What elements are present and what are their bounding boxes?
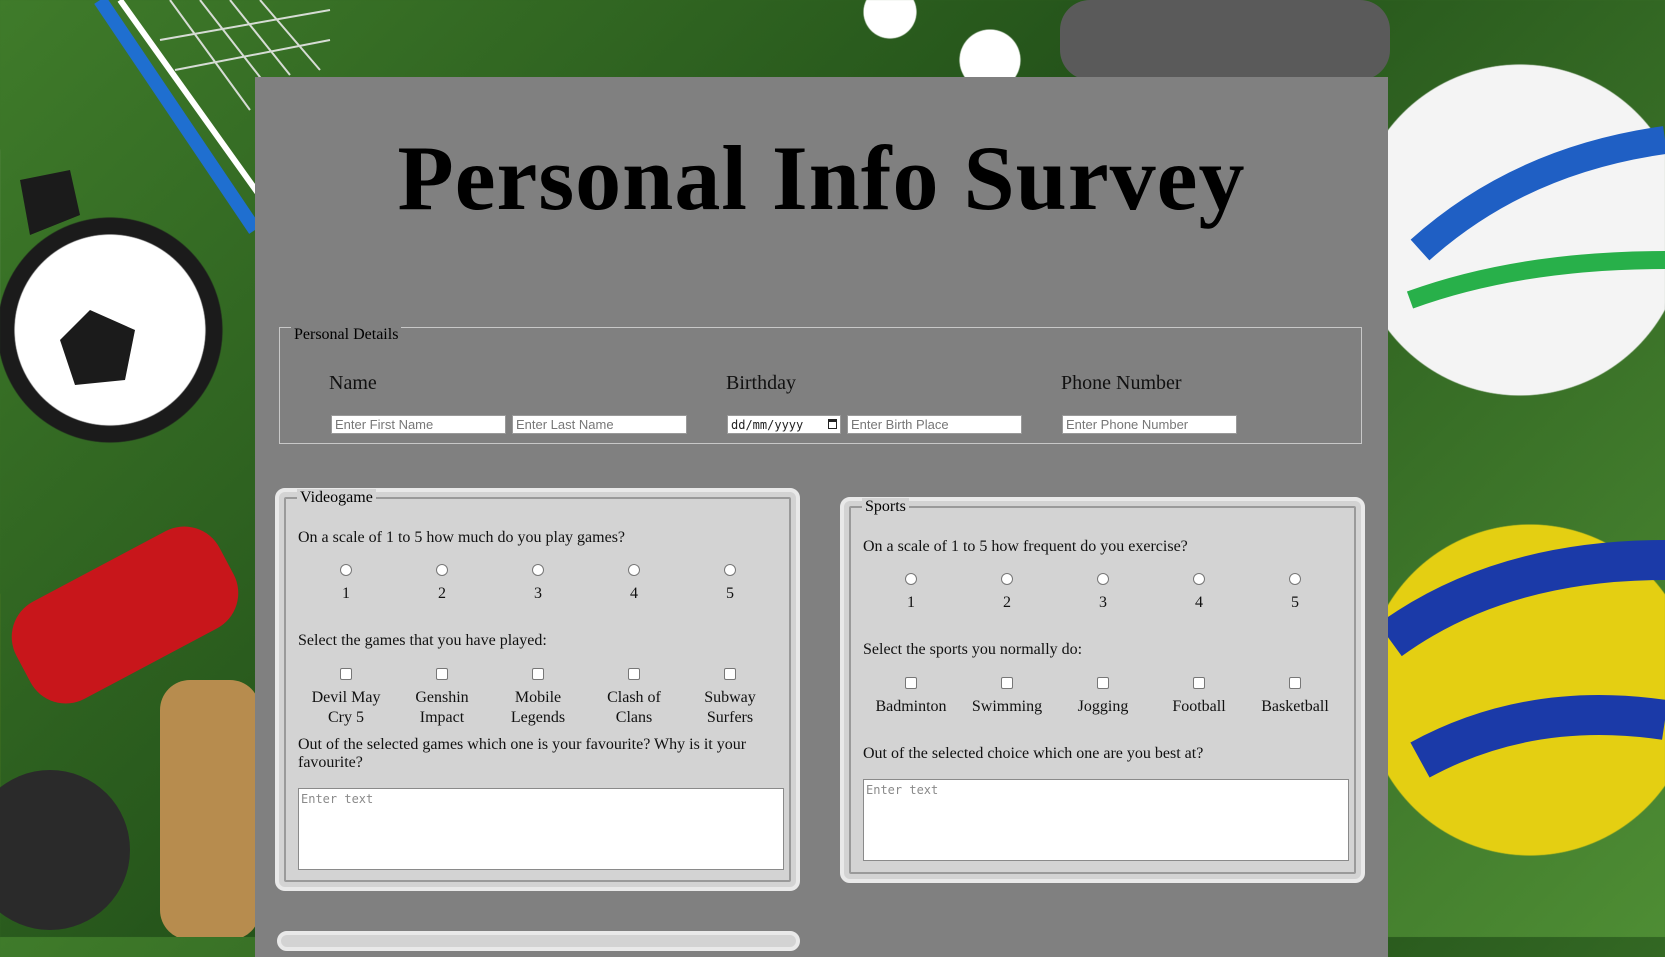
exercise-scale-option[interactable]: 3 (1063, 573, 1143, 613)
checkbox[interactable] (1289, 677, 1301, 689)
sport-option[interactable]: Football (1159, 677, 1239, 717)
exercise-frequency-question: On a scale of 1 to 5 how frequent do you… (863, 538, 1188, 555)
game-option[interactable]: Clash of Clans (594, 668, 674, 728)
checkbox[interactable] (532, 668, 544, 680)
sport-option[interactable]: Badminton (871, 677, 951, 717)
radio-button[interactable] (1001, 573, 1013, 585)
radio-button[interactable] (1097, 573, 1109, 585)
games-played-question: Select the games that you have played: (298, 632, 547, 649)
videogame-frequency-question: On a scale of 1 to 5 how much do you pla… (298, 529, 626, 546)
first-name-input[interactable] (331, 415, 506, 434)
radio-button[interactable] (724, 564, 736, 576)
checkbox[interactable] (1193, 677, 1205, 689)
checkbox[interactable] (340, 668, 352, 680)
game-option[interactable]: Devil May Cry 5 (306, 668, 386, 728)
videogame-scale-option[interactable]: 5 (690, 564, 770, 604)
calendar-icon[interactable] (828, 419, 837, 429)
radio-button[interactable] (628, 564, 640, 576)
radio-button[interactable] (905, 573, 917, 585)
exercise-scale-option[interactable]: 5 (1255, 573, 1335, 613)
birth-place-input[interactable] (847, 415, 1022, 434)
name-label: Name (329, 372, 377, 394)
game-option[interactable]: Genshin Impact (402, 668, 482, 728)
videogame-scale-option[interactable]: 1 (306, 564, 386, 604)
sport-option[interactable]: Swimming (967, 677, 1047, 717)
radio-button[interactable] (436, 564, 448, 576)
videogame-scale-option[interactable]: 4 (594, 564, 674, 604)
exercise-scale-option[interactable]: 4 (1159, 573, 1239, 613)
game-option[interactable]: Subway Surfers (690, 668, 770, 728)
checkbox[interactable] (905, 677, 917, 689)
sports-legend: Sports (862, 498, 909, 516)
game-option[interactable]: Mobile Legends (498, 668, 578, 728)
checkbox[interactable] (1097, 677, 1109, 689)
phone-number-label: Phone Number (1061, 372, 1182, 394)
checkbox[interactable] (1001, 677, 1013, 689)
page-title: Personal Info Survey (397, 127, 1246, 229)
personal-details-legend: Personal Details (291, 326, 402, 344)
sports-done-question: Select the sports you normally do: (863, 641, 1083, 658)
checkbox[interactable] (436, 668, 448, 680)
videogame-scale-option[interactable]: 2 (402, 564, 482, 604)
date-placeholder: dd/mm/yyyy (731, 418, 804, 432)
phone-number-input[interactable] (1062, 415, 1237, 434)
sport-option[interactable]: Basketball (1255, 677, 1335, 717)
radio-button[interactable] (532, 564, 544, 576)
radio-button[interactable] (1193, 573, 1205, 585)
radio-button[interactable] (340, 564, 352, 576)
best-sport-textarea[interactable] (863, 779, 1349, 861)
last-name-input[interactable] (512, 415, 687, 434)
radio-button[interactable] (1289, 573, 1301, 585)
exercise-scale-option[interactable]: 2 (967, 573, 1047, 613)
favourite-game-textarea[interactable] (298, 788, 784, 870)
checkbox[interactable] (628, 668, 640, 680)
birthday-date-input[interactable]: dd/mm/yyyy (727, 415, 841, 434)
favourite-game-question: Out of the selected games which one is y… (298, 736, 747, 771)
birthday-label: Birthday (726, 372, 796, 394)
exercise-scale-option[interactable]: 1 (871, 573, 951, 613)
best-sport-question: Out of the selected choice which one are… (863, 745, 1204, 762)
next-section-card (277, 931, 800, 951)
videogame-legend: Videogame (297, 489, 376, 507)
sport-option[interactable]: Jogging (1063, 677, 1143, 717)
videogame-scale-option[interactable]: 3 (498, 564, 578, 604)
checkbox[interactable] (724, 668, 736, 680)
